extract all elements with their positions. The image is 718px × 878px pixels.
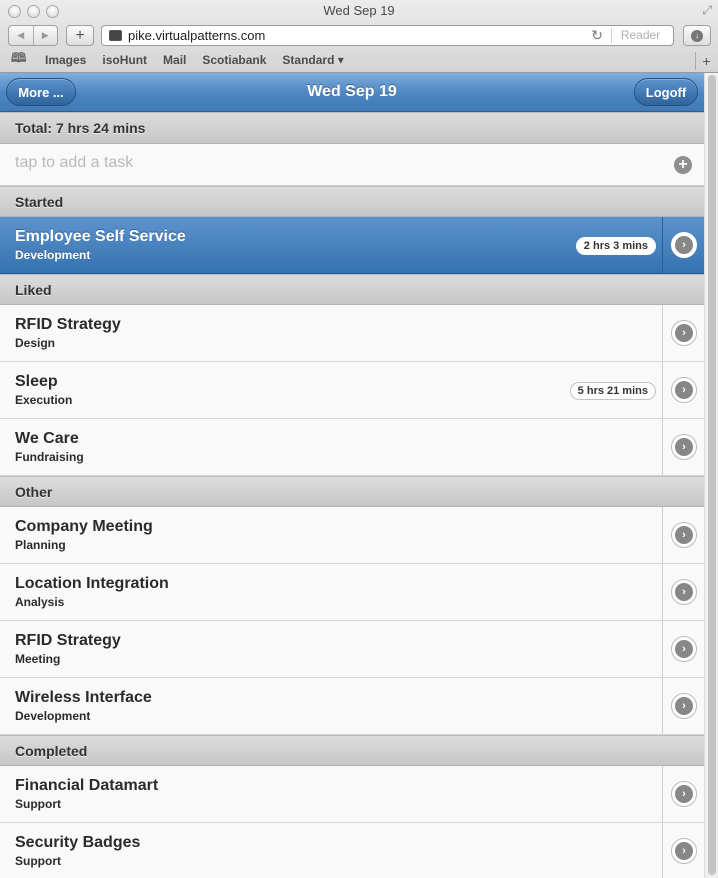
- task-row[interactable]: Financial Datamart Support ›: [0, 766, 704, 823]
- section-header-liked: Liked: [0, 274, 704, 305]
- forward-icon[interactable]: ▶: [32, 26, 58, 45]
- chevron-right-icon[interactable]: ›: [671, 232, 697, 258]
- chevron-right-icon[interactable]: ›: [671, 522, 697, 548]
- task-detail-area[interactable]: ›: [662, 217, 704, 273]
- reading-list-icon[interactable]: 🕮: [11, 49, 29, 71]
- add-task-icon[interactable]: +: [674, 156, 692, 174]
- task-title: Employee Self Service: [15, 228, 186, 245]
- chevron-right-icon[interactable]: ›: [671, 693, 697, 719]
- task-category: Meeting: [15, 652, 61, 666]
- reader-button[interactable]: Reader: [611, 28, 669, 43]
- chevron-right-icon[interactable]: ›: [671, 434, 697, 460]
- address-bar[interactable]: pike.virtualpatterns.com ↻ Reader: [101, 25, 674, 46]
- add-task-row[interactable]: tap to add a task +: [0, 144, 704, 186]
- bookmark-isohunt[interactable]: isoHunt: [102, 53, 147, 67]
- downloads-button[interactable]: ↓: [683, 25, 711, 46]
- task-row[interactable]: Company Meeting Planning ›: [0, 507, 704, 564]
- task-category: Support: [15, 854, 61, 868]
- bookmark-images[interactable]: Images: [45, 53, 86, 67]
- bookmark-mail[interactable]: Mail: [163, 53, 186, 67]
- task-row[interactable]: RFID Strategy Meeting ›: [0, 621, 704, 678]
- page-content: Wed Sep 19 More ... Logoff Total: 7 hrs …: [0, 73, 704, 878]
- window-title: Wed Sep 19: [323, 3, 395, 18]
- task-detail-area[interactable]: ›: [662, 362, 704, 418]
- back-icon[interactable]: ◀: [9, 26, 33, 45]
- section-header-other: Other: [0, 476, 704, 507]
- task-title: Wireless Interface: [15, 689, 152, 706]
- reload-icon[interactable]: ↻: [591, 27, 603, 44]
- chevron-right-icon[interactable]: ›: [671, 579, 697, 605]
- task-category: Analysis: [15, 595, 65, 609]
- bookmark-scotiabank[interactable]: Scotiabank: [202, 53, 266, 67]
- task-row[interactable]: Wireless Interface Development ›: [0, 678, 704, 735]
- task-detail-area[interactable]: ›: [662, 621, 704, 677]
- task-row[interactable]: Security Badges Support ›: [0, 823, 704, 878]
- add-bookmark-button[interactable]: +: [66, 25, 94, 46]
- task-category: Planning: [15, 538, 66, 552]
- task-category: Fundraising: [15, 450, 84, 464]
- task-detail-area[interactable]: ›: [662, 823, 704, 878]
- task-category: Design: [15, 336, 56, 350]
- fullscreen-icon[interactable]: ⤢: [702, 3, 712, 18]
- task-title: RFID Strategy: [15, 632, 121, 649]
- task-detail-area[interactable]: ›: [662, 507, 704, 563]
- task-title: RFID Strategy: [15, 316, 121, 333]
- task-row[interactable]: Location Integration Analysis ›: [0, 564, 704, 621]
- app-header: Wed Sep 19 More ... Logoff: [0, 73, 704, 112]
- page-title: Wed Sep 19: [307, 83, 397, 100]
- site-favicon-icon: [109, 30, 122, 41]
- task-detail-area[interactable]: ›: [662, 766, 704, 822]
- chevron-right-icon[interactable]: ›: [671, 320, 697, 346]
- vertical-scrollbar[interactable]: [704, 73, 718, 878]
- task-title: We Care: [15, 430, 79, 447]
- section-header-completed: Completed: [0, 735, 704, 766]
- chevron-right-icon[interactable]: ›: [671, 377, 697, 403]
- task-detail-area[interactable]: ›: [662, 305, 704, 361]
- url-text[interactable]: pike.virtualpatterns.com: [128, 28, 591, 43]
- chevron-right-icon[interactable]: ›: [671, 636, 697, 662]
- task-detail-area[interactable]: ›: [662, 678, 704, 734]
- duration-badge: 5 hrs 21 mins: [569, 382, 656, 400]
- browser-toolbar: ◀ ▶ + pike.virtualpatterns.com ↻ Reader …: [0, 24, 718, 48]
- download-icon: ↓: [691, 29, 703, 42]
- browser-chrome: Wed Sep 19 ⤢ ◀ ▶ + pike.virtualpatterns.…: [0, 0, 718, 73]
- task-row[interactable]: Sleep Execution 5 hrs 21 mins ›: [0, 362, 704, 419]
- task-category: Execution: [15, 393, 73, 407]
- bookmarks-bar: 🕮 Images isoHunt Mail Scotiabank Standar…: [0, 50, 718, 70]
- duration-badge: 2 hrs 3 mins: [575, 237, 656, 255]
- task-category: Development: [15, 709, 91, 723]
- add-task-input[interactable]: tap to add a task: [15, 154, 133, 172]
- task-row[interactable]: We Care Fundraising ›: [0, 419, 704, 476]
- task-title: Security Badges: [15, 834, 141, 851]
- task-title: Company Meeting: [15, 518, 153, 535]
- chevron-right-icon[interactable]: ›: [671, 838, 697, 864]
- task-category: Development: [15, 248, 91, 262]
- section-header-started: Started: [0, 186, 704, 217]
- task-title: Financial Datamart: [15, 777, 159, 794]
- scrollbar-thumb[interactable]: [708, 75, 716, 875]
- back-forward-buttons: ◀ ▶: [8, 25, 58, 46]
- logoff-button[interactable]: Logoff: [634, 78, 698, 106]
- total-time: Total: 7 hrs 24 mins: [0, 112, 704, 144]
- task-row[interactable]: Employee Self Service Development 2 hrs …: [0, 217, 704, 274]
- bookmark-standard-folder[interactable]: Standard ▾: [282, 53, 343, 67]
- more-button[interactable]: More ...: [6, 78, 76, 106]
- task-detail-area[interactable]: ›: [662, 419, 704, 475]
- new-tab-button[interactable]: +: [695, 52, 717, 70]
- chevron-right-icon[interactable]: ›: [671, 781, 697, 807]
- task-category: Support: [15, 797, 61, 811]
- task-row[interactable]: RFID Strategy Design ›: [0, 305, 704, 362]
- task-title: Sleep: [15, 373, 58, 390]
- task-detail-area[interactable]: ›: [662, 564, 704, 620]
- task-title: Location Integration: [15, 575, 169, 592]
